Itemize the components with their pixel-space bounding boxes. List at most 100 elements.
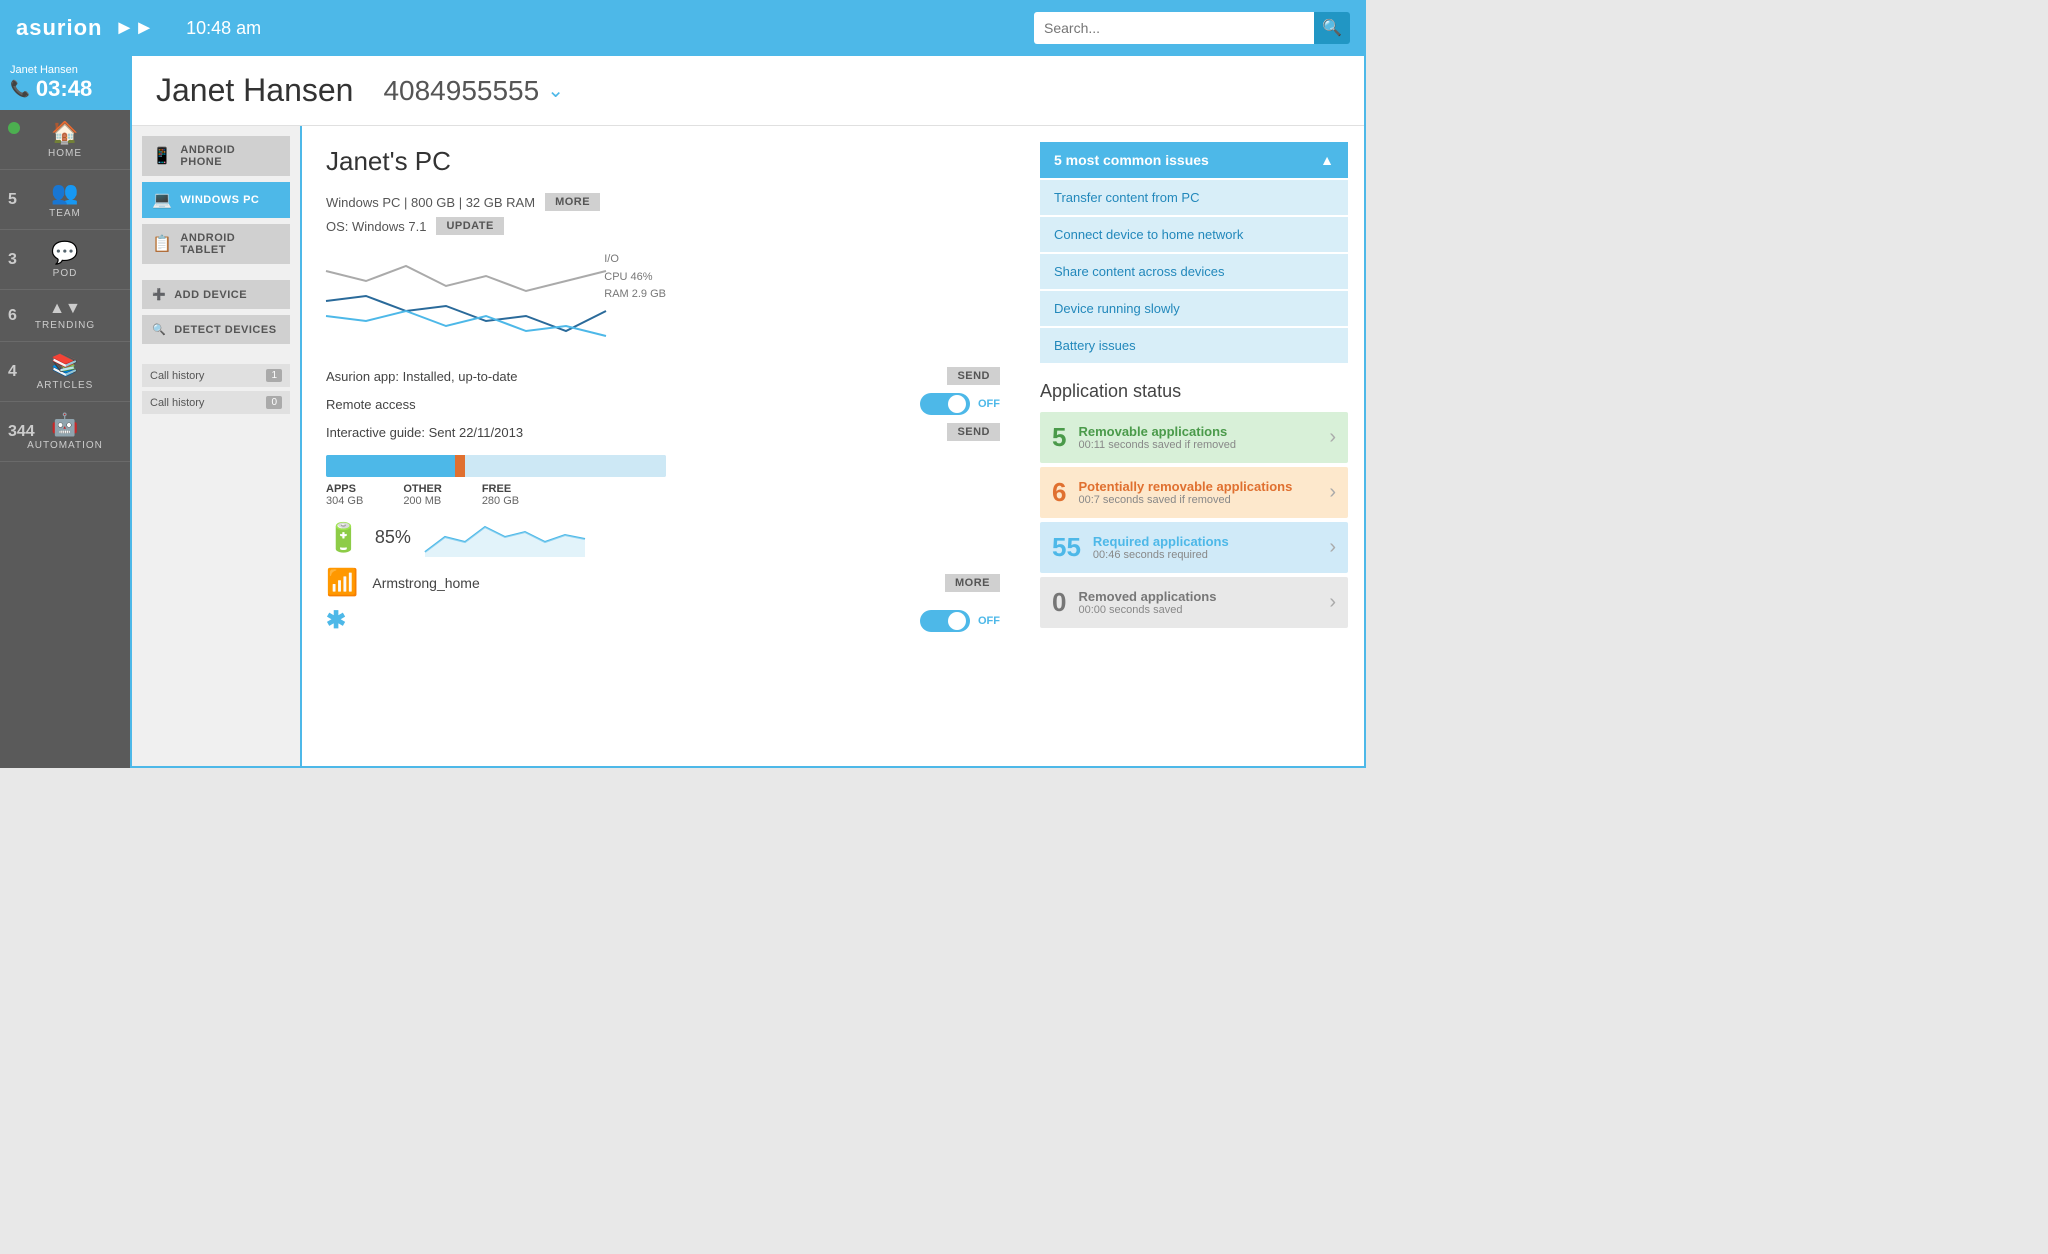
required-info: Required applications 00:46 seconds requ… xyxy=(1093,534,1321,561)
battery-percent: 85% xyxy=(375,527,411,548)
storage-other-bar xyxy=(455,455,465,477)
potentially-removable-label: Potentially removable applications xyxy=(1078,479,1321,494)
wifi-more-button[interactable]: MORE xyxy=(945,574,1000,592)
chart-svg xyxy=(326,251,626,346)
guide-text: Interactive guide: Sent 22/11/2013 xyxy=(326,425,523,440)
patient-phone: 4084955555 ⌄ xyxy=(383,75,564,107)
caller-timer: 📞 03:48 xyxy=(10,76,120,102)
battery-row: 🔋 85% xyxy=(326,517,1000,557)
pod-icon: 💬 xyxy=(51,240,78,266)
device-specs-text: Windows PC | 800 GB | 32 GB RAM xyxy=(326,195,535,210)
storage-labels: APPS 304 GB OTHER 200 MB FREE 280 GB xyxy=(326,483,1000,507)
issue-item-connect[interactable]: Connect device to home network xyxy=(1040,217,1348,252)
required-label: Required applications xyxy=(1093,534,1321,549)
guide-send-button[interactable]: SEND xyxy=(947,423,1000,441)
guide-row: Interactive guide: Sent 22/11/2013 SEND xyxy=(326,423,1000,441)
caller-name: Janet Hansen xyxy=(10,64,120,76)
bluetooth-row: ✱ OFF xyxy=(326,606,1000,635)
header-time: 10:48 am xyxy=(186,18,261,39)
os-update-button[interactable]: UPDATE xyxy=(436,217,503,235)
bluetooth-toggle[interactable]: OFF xyxy=(920,610,1000,632)
sidebar-item-trending[interactable]: 6 ▲▼ TRENDING xyxy=(0,290,130,342)
bluetooth-toggle-switch[interactable] xyxy=(920,610,970,632)
remote-access-row: Remote access OFF xyxy=(326,393,1000,415)
storage-free-bar xyxy=(465,455,666,477)
wifi-name: Armstrong_home xyxy=(372,575,479,591)
issue-item-battery[interactable]: Battery issues xyxy=(1040,328,1348,363)
search-container: 🔍 xyxy=(1034,12,1350,44)
os-text: OS: Windows 7.1 xyxy=(326,219,426,234)
pod-badge: 3 xyxy=(8,251,17,269)
removable-count: 5 xyxy=(1052,422,1066,453)
issue-item-slow[interactable]: Device running slowly xyxy=(1040,291,1348,326)
specs-more-button[interactable]: MORE xyxy=(545,193,600,211)
device-android-phone[interactable]: 📱 ANDROID PHONE xyxy=(142,136,290,176)
device-windows-pc[interactable]: 💻 WINDOWS PC xyxy=(142,182,290,218)
call-history-item[interactable]: Call history 0 xyxy=(142,391,290,414)
chevron-right-icon: › xyxy=(1329,536,1336,559)
phone-dropdown-icon[interactable]: ⌄ xyxy=(547,78,564,103)
sidebar-item-automation[interactable]: 344 🤖 AUTOMATION xyxy=(0,402,130,462)
storage-apps-label: APPS 304 GB xyxy=(326,483,363,507)
bluetooth-toggle-knob xyxy=(948,612,966,630)
header: asurion ►► 10:48 am 🔍 xyxy=(0,0,1366,56)
home-icon: 🏠 xyxy=(51,120,78,146)
search-input[interactable] xyxy=(1034,12,1314,44)
detect-devices-button[interactable]: 🔍 DETECT DEVICES xyxy=(142,315,290,344)
sidebar-item-label: POD xyxy=(53,268,78,279)
device-main: Janet's PC Windows PC | 800 GB | 32 GB R… xyxy=(302,126,1024,766)
device-specs-row: Windows PC | 800 GB | 32 GB RAM MORE xyxy=(326,193,1000,211)
toggle-label: OFF xyxy=(978,398,1000,410)
sidebar-item-team[interactable]: 5 👥 TEAM xyxy=(0,170,130,230)
team-icon: 👥 xyxy=(51,180,78,206)
right-panel: 5 most common issues ▲ Transfer content … xyxy=(1024,126,1364,766)
potentially-removable-info: Potentially removable applications 00:7 … xyxy=(1078,479,1321,506)
patient-header: Janet Hansen 4084955555 ⌄ xyxy=(132,56,1364,126)
device-sidebar: 📱 ANDROID PHONE 💻 WINDOWS PC 📋 ANDROID T… xyxy=(132,126,302,766)
removable-label: Removable applications xyxy=(1078,424,1321,439)
header-left: asurion ►► 10:48 am xyxy=(16,15,261,41)
sidebar-item-home[interactable]: 🏠 HOME xyxy=(0,110,130,170)
articles-icon: 📚 xyxy=(51,352,78,378)
app-status-required[interactable]: 55 Required applications 00:46 seconds r… xyxy=(1040,522,1348,573)
sidebar-item-label: AUTOMATION xyxy=(27,440,103,451)
app-status-removable[interactable]: 5 Removable applications 00:11 seconds s… xyxy=(1040,412,1348,463)
status-dot xyxy=(8,122,20,134)
os-row: OS: Windows 7.1 UPDATE xyxy=(326,217,1000,235)
issues-title: 5 most common issues xyxy=(1054,152,1209,168)
sidebar-item-label: ARTICLES xyxy=(37,380,94,391)
sidebar-item-pod[interactable]: 3 💬 POD xyxy=(0,230,130,290)
detect-icon: 🔍 xyxy=(152,323,166,336)
sidebar-item-articles[interactable]: 4 📚 ARTICLES xyxy=(0,342,130,402)
app-status-potentially-removable[interactable]: 6 Potentially removable applications 00:… xyxy=(1040,467,1348,518)
tablet-icon: 📋 xyxy=(152,234,172,254)
storage-apps-bar xyxy=(326,455,455,477)
device-android-tablet[interactable]: 📋 ANDROID TABLET xyxy=(142,224,290,264)
wifi-icon: 📶 xyxy=(326,567,358,598)
potentially-removable-sublabel: 00:7 seconds saved if removed xyxy=(1078,494,1321,506)
storage-bar-container: APPS 304 GB OTHER 200 MB FREE 280 GB xyxy=(326,455,1000,507)
content-area: Janet Hansen 4084955555 ⌄ 📱 ANDROID PHON… xyxy=(130,56,1366,768)
storage-other-label: OTHER 200 MB xyxy=(403,483,442,507)
toggle-switch[interactable] xyxy=(920,393,970,415)
issue-item-share[interactable]: Share content across devices xyxy=(1040,254,1348,289)
remote-access-text: Remote access xyxy=(326,397,416,412)
articles-badge: 4 xyxy=(8,363,17,381)
issue-item-transfer[interactable]: Transfer content from PC xyxy=(1040,180,1348,215)
chart-labels: I/O CPU 46% RAM 2.9 GB xyxy=(604,251,666,304)
bluetooth-toggle-label: OFF xyxy=(978,615,1000,627)
issues-header[interactable]: 5 most common issues ▲ xyxy=(1040,142,1348,178)
add-device-button[interactable]: ➕ ADD DEVICE xyxy=(142,280,290,309)
performance-chart: I/O CPU 46% RAM 2.9 GB xyxy=(326,251,666,351)
search-button[interactable]: 🔍 xyxy=(1314,12,1350,44)
removable-sublabel: 00:11 seconds saved if removed xyxy=(1078,439,1321,451)
asurion-app-send-button[interactable]: SEND xyxy=(947,367,1000,385)
remote-access-toggle[interactable]: OFF xyxy=(920,393,1000,415)
caller-info: Janet Hansen 📞 03:48 xyxy=(0,56,130,110)
sidebar: Janet Hansen 📞 03:48 🏠 HOME 5 👥 TEAM 3 💬… xyxy=(0,56,130,768)
call-history-item[interactable]: Call history 1 xyxy=(142,364,290,387)
device-actions: ➕ ADD DEVICE 🔍 DETECT DEVICES xyxy=(142,280,290,344)
automation-badge: 344 xyxy=(8,423,35,441)
app-status-removed[interactable]: 0 Removed applications 00:00 seconds sav… xyxy=(1040,577,1348,628)
toggle-knob xyxy=(948,395,966,413)
